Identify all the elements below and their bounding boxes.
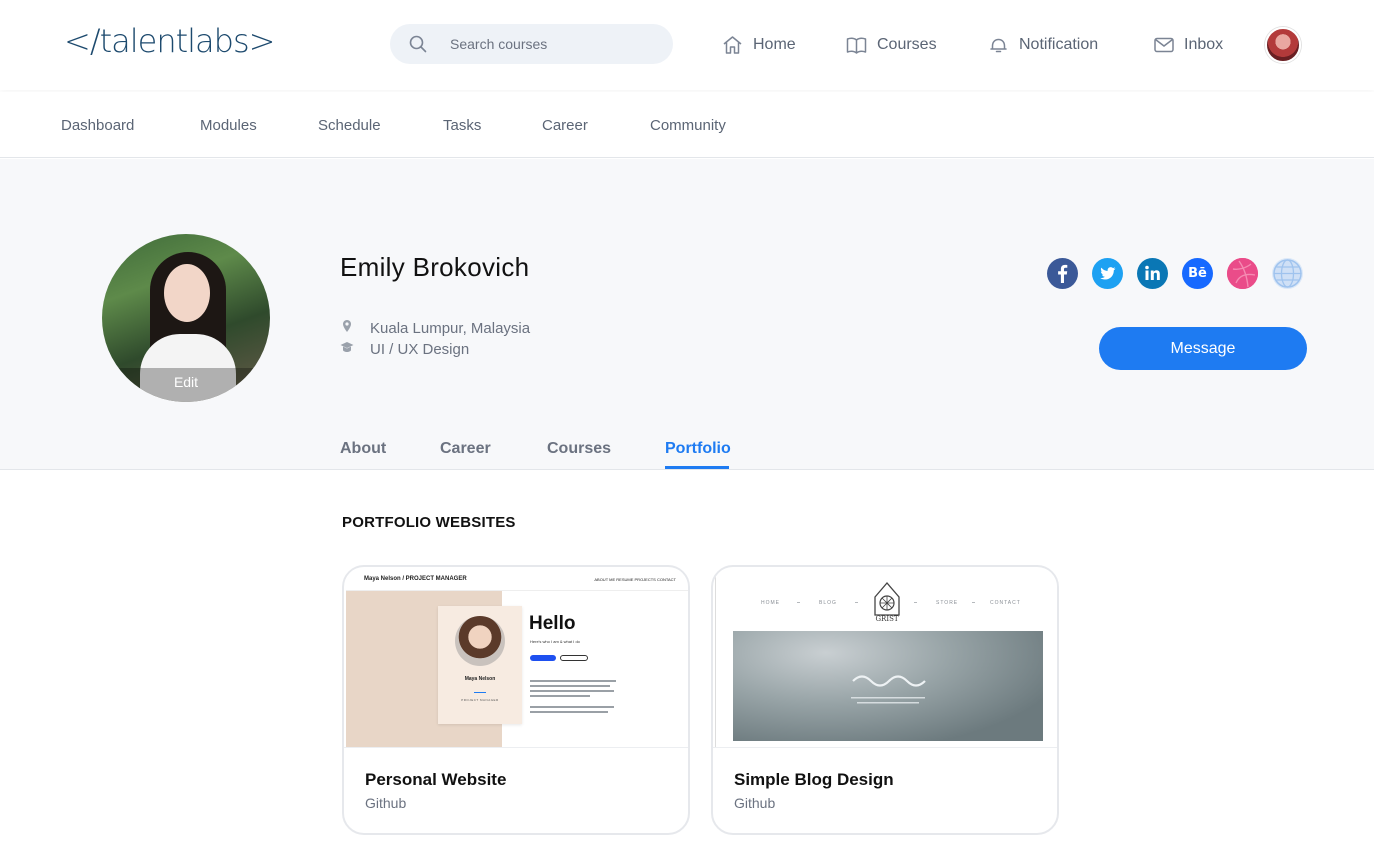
- preview-button-secondary: [560, 655, 588, 661]
- user-avatar[interactable]: [1265, 27, 1301, 63]
- preview-nav-separator: [797, 602, 800, 603]
- preview-text-line: [530, 680, 616, 682]
- location-text: Kuala Lumpur, Malaysia: [370, 319, 531, 337]
- nav-home[interactable]: Home: [722, 32, 796, 58]
- portfolio-thumbnail: HOME BLOG STORE CONTACT GRIST: [715, 569, 1057, 747]
- graduation-cap-icon: [340, 340, 354, 358]
- logo[interactable]: </talentlabs>: [64, 22, 275, 60]
- top-header: </talentlabs> Home Courses Notification …: [0, 0, 1374, 90]
- search-bar[interactable]: [390, 24, 673, 64]
- tab-courses[interactable]: Courses: [547, 440, 611, 458]
- sub-navigation: Dashboard Modules Schedule Tasks Career …: [0, 92, 1374, 158]
- preview-nav-item: BLOG: [819, 600, 837, 606]
- subnav-schedule[interactable]: Schedule: [318, 117, 381, 134]
- profile-name: Emily Brokovich: [340, 252, 530, 282]
- active-tab-indicator: [665, 466, 729, 469]
- role-row: UI / UX Design: [340, 340, 469, 358]
- search-input[interactable]: [450, 24, 660, 64]
- preview-links: ABOUT ME RESUME PROJECTS CONTACT: [594, 577, 676, 582]
- preview-card-name: Maya Nelson: [464, 676, 496, 682]
- tab-about[interactable]: About: [340, 440, 386, 458]
- message-button[interactable]: Message: [1099, 327, 1307, 370]
- tab-career[interactable]: Career: [440, 440, 491, 458]
- subnav-dashboard[interactable]: Dashboard: [61, 117, 134, 134]
- twitter-icon[interactable]: [1092, 258, 1123, 289]
- role-text: UI / UX Design: [370, 340, 470, 358]
- preview-nav-item: CONTACT: [990, 600, 1021, 606]
- linkedin-icon[interactable]: [1137, 258, 1168, 289]
- subnav-career[interactable]: Career: [542, 117, 588, 134]
- facebook-icon[interactable]: [1047, 258, 1078, 289]
- subnav-modules[interactable]: Modules: [200, 117, 257, 134]
- nav-notification-label: Notification: [1019, 36, 1099, 53]
- nav-courses-label: Courses: [877, 36, 937, 53]
- preview-text-line: [530, 690, 614, 692]
- search-icon: [409, 35, 427, 58]
- preview-button-primary: [530, 655, 556, 661]
- preview-nav-item: STORE: [936, 600, 959, 606]
- preview-profile-card: Maya Nelson PROJECT MANAGER: [438, 606, 522, 724]
- location-row: Kuala Lumpur, Malaysia: [340, 319, 530, 337]
- nav-home-label: Home: [753, 36, 796, 53]
- preview-nav-separator: [855, 602, 858, 603]
- home-icon: [722, 35, 743, 55]
- card-title: Simple Blog Design: [734, 770, 894, 789]
- edit-photo-button[interactable]: Edit: [102, 368, 270, 402]
- bell-icon: [988, 36, 1009, 54]
- card-source: Github: [365, 795, 407, 811]
- portfolio-card[interactable]: HOME BLOG STORE CONTACT GRIST Simple Blo…: [711, 565, 1059, 835]
- preview-avatar: [455, 616, 505, 666]
- preview-text-line: [530, 711, 608, 713]
- preview-heading: Hello: [529, 613, 576, 634]
- section-title: PORTFOLIO WEBSITES: [342, 514, 516, 531]
- book-icon: [846, 36, 867, 54]
- preview-nav-separator: [972, 602, 975, 603]
- preview-tagline: Here's who I am & what I do: [530, 639, 580, 644]
- photo-face: [164, 264, 210, 322]
- preview-text-line: [530, 695, 590, 697]
- grist-logo-icon: GRIST: [874, 582, 900, 623]
- nav-inbox[interactable]: Inbox: [1154, 32, 1223, 58]
- preview-navbar: Maya Nelson / PROJECT MANAGER ABOUT ME R…: [346, 569, 688, 591]
- nav-courses[interactable]: Courses: [846, 32, 937, 58]
- card-title: Personal Website: [365, 770, 507, 789]
- nav-inbox-label: Inbox: [1184, 36, 1224, 53]
- location-pin-icon: [340, 319, 354, 337]
- preview-brand: Maya Nelson / PROJECT MANAGER: [364, 576, 467, 582]
- subnav-community[interactable]: Community: [650, 117, 726, 134]
- behance-glyph: Bē: [1188, 266, 1207, 281]
- card-source: Github: [734, 795, 776, 811]
- wave-icon: [851, 675, 926, 704]
- preview-card-rule: [474, 692, 486, 693]
- mail-icon: [1154, 37, 1174, 53]
- globe-icon[interactable]: [1272, 258, 1303, 289]
- portfolio-card[interactable]: Maya Nelson / PROJECT MANAGER ABOUT ME R…: [342, 565, 690, 835]
- preview-border: [715, 569, 716, 747]
- preview-text-line: [530, 706, 614, 708]
- preview-nav-separator: [914, 602, 917, 603]
- preview-hero-image: [733, 631, 1043, 741]
- profile-header: Edit Emily Brokovich Kuala Lumpur, Malay…: [0, 159, 1374, 470]
- grist-logo-text: GRIST: [875, 615, 898, 623]
- profile-photo[interactable]: Edit: [102, 234, 270, 402]
- behance-icon[interactable]: Bē: [1182, 258, 1213, 289]
- nav-notification[interactable]: Notification: [988, 32, 1098, 58]
- card-divider: [344, 747, 688, 748]
- dribbble-icon[interactable]: [1227, 258, 1258, 289]
- portfolio-thumbnail: Maya Nelson / PROJECT MANAGER ABOUT ME R…: [346, 569, 688, 747]
- tab-portfolio[interactable]: Portfolio: [665, 440, 731, 458]
- subnav-tasks[interactable]: Tasks: [443, 117, 481, 134]
- preview-card-role: PROJECT MANAGER: [461, 698, 499, 702]
- preview-text-line: [530, 685, 610, 687]
- card-divider: [713, 747, 1057, 748]
- preview-nav-item: HOME: [761, 600, 780, 606]
